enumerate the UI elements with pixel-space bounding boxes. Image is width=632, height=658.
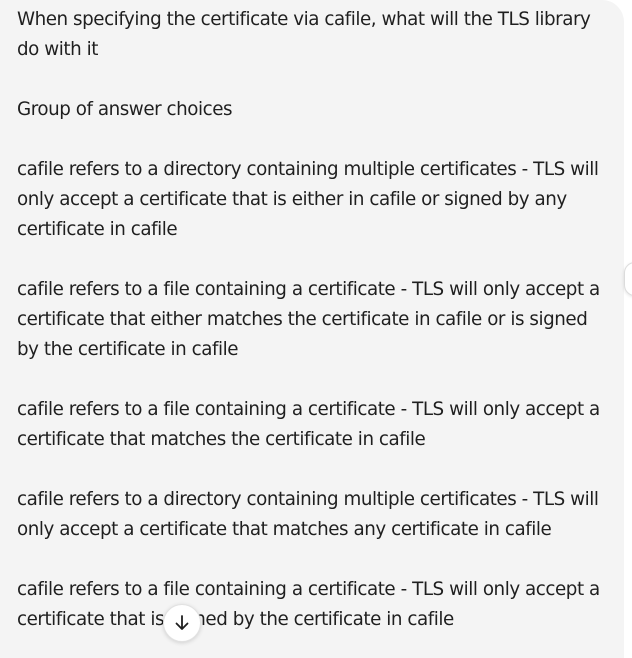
answer-choice-2: cafile refers to a file containing a cer… [17,279,600,360]
scroll-to-bottom-button[interactable] [163,604,201,642]
question-text: When specifying the certificate via cafi… [17,9,591,60]
answer-choice-5: cafile refers to a file containing a cer… [17,579,600,630]
user-message-bubble: When specifying the certificate via cafi… [0,0,624,658]
group-label: Group of answer choices [17,99,233,120]
side-panel-handle[interactable] [624,262,632,296]
answer-choice-1: cafile refers to a directory containing … [17,159,599,240]
arrow-down-icon [175,615,189,630]
answer-choice-3: cafile refers to a file containing a cer… [17,399,600,450]
answer-choice-4: cafile refers to a directory containing … [17,489,599,540]
